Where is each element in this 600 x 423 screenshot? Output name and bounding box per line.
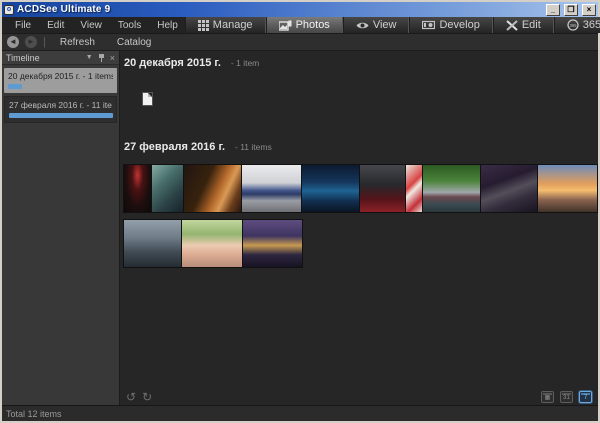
manage-grid-icon: [198, 20, 209, 31]
timeline-sidebar: Timeline ▼ × 20 декабря 2015 г. - 1 item…: [2, 51, 120, 405]
back-button[interactable]: ◄: [7, 36, 19, 48]
thumbnail-neon-club-cars[interactable]: [302, 165, 359, 212]
mode-edit-button[interactable]: Edit: [493, 17, 554, 33]
titlebar: o ACDSee Ultimate 9 _ ❐ ×: [2, 2, 598, 17]
group-title: 20 декабря 2015 г.: [124, 57, 221, 69]
date-group-header: 20 декабря 2015 г. - 1 item: [124, 57, 598, 69]
toolbar: ◄ ► | Refresh Catalog: [2, 34, 598, 51]
status-bar: Total 12 items: [2, 405, 598, 421]
refresh-button[interactable]: Refresh: [52, 37, 103, 48]
thumbnail-blue-sportscar[interactable]: [242, 165, 301, 212]
timeline-item-feb-2016[interactable]: 27 февраля 2016 г. - 11 items: [4, 96, 117, 123]
menu-edit[interactable]: Edit: [40, 20, 71, 31]
thumbnail-concert-red-sign[interactable]: [124, 165, 151, 212]
mode-365-button[interactable]: 365 365: [554, 17, 600, 33]
group-title: 27 февраля 2016 г.: [124, 141, 225, 153]
minimize-button[interactable]: _: [546, 4, 560, 16]
timeline-panel-title: Timeline: [6, 53, 86, 63]
photos-icon: [279, 20, 292, 31]
mode-manage-label: Manage: [213, 19, 253, 31]
mode-manage-button[interactable]: Manage: [185, 17, 266, 33]
window-title: ACDSee Ultimate 9: [17, 4, 543, 15]
rotate-ccw-icon[interactable]: ↺: [126, 391, 136, 403]
mode-develop-button[interactable]: Develop: [409, 17, 492, 33]
maximize-button[interactable]: ❐: [564, 4, 578, 16]
content-footer: ↺ ↻ ▦ 31 7: [120, 388, 598, 405]
timeline-item-bar: [8, 84, 22, 89]
edit-tools-icon: [506, 20, 518, 31]
calendar-month-view-icon[interactable]: 31: [560, 391, 573, 403]
thumbnail-night-plaza-fountain[interactable]: [243, 220, 302, 267]
menu-view[interactable]: View: [73, 20, 109, 31]
pin-icon[interactable]: [98, 54, 105, 62]
app-window: o ACDSee Ultimate 9 _ ❐ × File Edit View…: [0, 0, 600, 423]
calendar-year-view-icon[interactable]: ▦: [541, 391, 554, 403]
svg-text:365: 365: [569, 23, 577, 28]
menu-tools[interactable]: Tools: [111, 20, 148, 31]
photos-content: 20 декабря 2015 г. - 1 item 27 февраля 2…: [120, 51, 598, 405]
menu-help[interactable]: Help: [150, 20, 185, 31]
total-items-label: Total 12 items: [6, 409, 62, 419]
timeline-panel-header: Timeline ▼ ×: [2, 51, 119, 65]
mode-photos-button[interactable]: Photos: [266, 17, 343, 33]
group-count: - 1 item: [231, 58, 259, 68]
thumbnail-row: [124, 220, 598, 267]
thumbnail-camera-person[interactable]: [184, 165, 241, 212]
photos-scroll-area: 20 декабря 2015 г. - 1 item 27 февраля 2…: [120, 51, 598, 388]
mode-develop-label: Develop: [439, 19, 479, 31]
timeline-item-dec-2015[interactable]: 20 декабря 2015 г. - 1 items: [4, 68, 117, 93]
menu-file[interactable]: File: [8, 20, 38, 31]
close-panel-icon[interactable]: ×: [110, 53, 115, 63]
thumbnail-three-women-summer[interactable]: [182, 220, 242, 267]
chevron-down-icon[interactable]: ▼: [86, 54, 93, 61]
mode-bar: Manage Photos View Develop: [185, 17, 600, 33]
thumbnail-red-ribbon-gift[interactable]: [406, 165, 422, 212]
thumbnail-race-car-trees[interactable]: [423, 165, 480, 212]
thumbnail-row: [124, 165, 598, 212]
catalog-button[interactable]: Catalog: [109, 37, 159, 48]
thumbnail-beach-sunset[interactable]: [538, 165, 597, 212]
calendar-day-view-icon[interactable]: 7: [579, 391, 592, 403]
mode-365-label: 365: [583, 19, 600, 31]
rotate-cw-icon[interactable]: ↻: [142, 391, 152, 403]
group-count: - 11 items: [235, 142, 272, 152]
document-file-icon[interactable]: [142, 92, 153, 106]
timeline-item-label: 27 февраля 2016 г. - 11 items: [9, 100, 112, 110]
thumbnail-wine-glasses-roses[interactable]: [360, 165, 405, 212]
thumbnail-rainy-street-car[interactable]: [124, 220, 181, 267]
365-circle-icon: 365: [567, 19, 579, 31]
thumbnail-teal-interior[interactable]: [152, 165, 183, 212]
menu-bar: File Edit View Tools Help Manage Photos: [2, 17, 598, 34]
mode-edit-label: Edit: [522, 19, 541, 31]
thumbnail-city-car-night[interactable]: [481, 165, 537, 212]
timeline-item-bar: [9, 113, 113, 118]
close-button[interactable]: ×: [582, 4, 596, 16]
mode-photos-label: Photos: [296, 19, 330, 31]
toolbar-separator: |: [43, 36, 46, 48]
develop-icon: [422, 20, 435, 30]
date-group-header: 27 февраля 2016 г. - 11 items: [124, 141, 598, 153]
timeline-item-label: 20 декабря 2015 г. - 1 items: [8, 71, 113, 81]
forward-button[interactable]: ►: [25, 36, 37, 48]
eye-icon: [356, 21, 369, 30]
app-icon: o: [4, 5, 14, 15]
mode-view-button[interactable]: View: [343, 17, 410, 33]
mode-view-label: View: [373, 19, 397, 31]
